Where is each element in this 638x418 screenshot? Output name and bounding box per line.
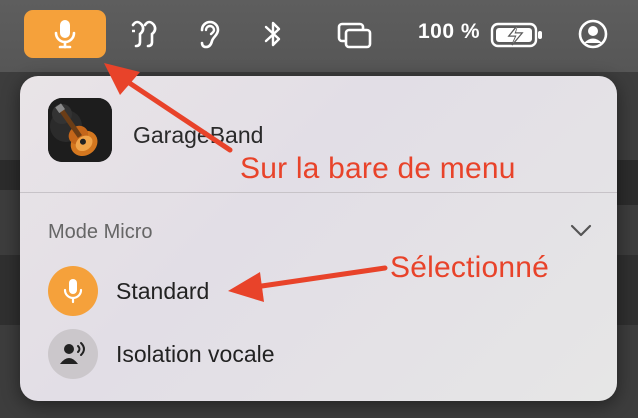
arrow-to-selected [228, 265, 388, 302]
annotation-arrows [104, 63, 388, 302]
arrow-to-menubar [104, 63, 233, 153]
annotation-menu-note: Sur la bare de menu [240, 152, 516, 185]
annotation-selected-note: Sélectionné [390, 251, 549, 284]
